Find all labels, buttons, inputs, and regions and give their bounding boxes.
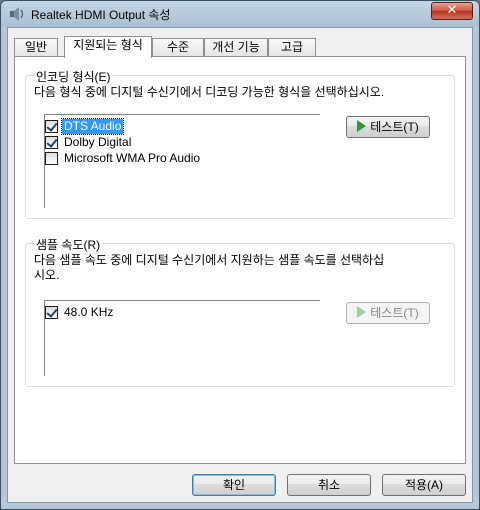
48khz-checkbox[interactable] [45,306,58,319]
sample-rate-test-button[interactable]: 테스트(T) [346,302,430,324]
sample-rate-description-line: 다음 샘플 속도 중에 디지털 수신기에서 지원하는 샘플 속도를 선택하십 [34,253,385,267]
tab-general[interactable]: 일반 [14,38,58,57]
tab-advanced[interactable]: 고급 [268,38,316,57]
supported-formats-panel: 인코딩 형식(E) 다음 형식 중에 디지털 수신기에서 디코딩 가능한 형식을… [14,56,466,464]
encoding-description: 다음 형식 중에 디지털 수신기에서 디코딩 가능한 형식을 선택하십시오. [34,85,385,99]
list-item-label: Microsoft WMA Pro Audio [64,151,201,165]
sample-rate-group: 샘플 속도(R) 다음 샘플 속도 중에 디지털 수신기에서 지원하는 샘플 속… [25,236,455,387]
tab-supported-formats[interactable]: 지원되는 형식 [64,36,152,58]
list-item-label: DTS Audio [60,118,125,135]
title-bar[interactable]: Realtek HDMI Output 속성 ✕ [1,1,479,27]
play-icon [357,120,367,132]
dolby-checkbox[interactable] [45,136,58,149]
dts-checkbox[interactable] [45,120,58,133]
list-item-label: Dolby Digital [64,135,132,149]
close-icon: ✕ [446,3,458,18]
sample-rate-description: 다음 샘플 속도 중에 디지털 수신기에서 지원하는 샘플 속도를 선택하십 시… [34,253,384,283]
encoding-formats-label: 인코딩 형식(E) [34,68,113,85]
sample-rate-description-line: 시오. [34,268,60,282]
sample-rate-label: 샘플 속도(R) [34,236,103,253]
apply-button[interactable]: 적용(A) [382,474,466,496]
tab-levels[interactable]: 수준 [152,38,204,57]
window-title: Realtek HDMI Output 속성 [31,8,171,22]
tab-enhancements[interactable]: 개선 기능 [204,38,268,57]
dialog-client: 일반 지원되는 형식 수준 개선 기능 고급 인코딩 형식(E) 다음 형식 중… [7,27,473,503]
speaker-icon [9,7,25,21]
properties-window: Realtek HDMI Output 속성 ✕ 일반 지원되는 형식 수준 개… [0,0,480,510]
cancel-button[interactable]: 취소 [287,474,371,496]
sample-rate-list[interactable]: 48.0 KHz [44,300,320,376]
close-button[interactable]: ✕ [431,2,473,20]
play-icon [357,306,367,318]
encoding-formats-list[interactable]: DTS Audio Dolby Digital Microsoft WMA Pr… [44,114,320,208]
ok-button[interactable]: 확인 [192,474,276,496]
encoding-test-button[interactable]: 테스트(T) [346,116,430,138]
test-button-label: 테스트(T) [370,120,419,134]
list-item-label: 48.0 KHz [64,305,114,319]
test-button-label: 테스트(T) [370,306,419,320]
encoding-formats-group: 인코딩 형식(E) 다음 형식 중에 디지털 수신기에서 디코딩 가능한 형식을… [25,68,455,219]
wma-pro-checkbox[interactable] [45,152,58,165]
